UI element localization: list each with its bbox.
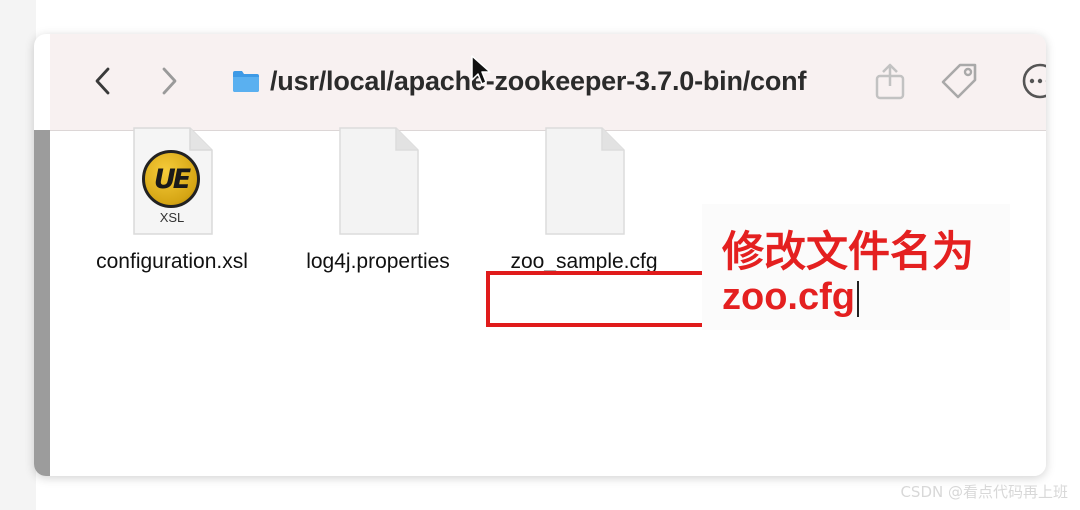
annotation-filename: zoo.cfg [722,276,859,319]
sidebar-edge [34,130,50,476]
back-button[interactable] [88,64,118,98]
more-button[interactable] [1018,60,1046,102]
annotation-text: 修改文件名为 [722,227,975,276]
ue-badge: UE [142,150,200,208]
more-icon [1022,63,1046,99]
toolbar: /usr/local/apache-zookeeper-3.7.0-bin/co… [50,34,1046,131]
file-item-selected[interactable]: zoo_sample.cfg [484,126,684,274]
file-name: log4j.properties [306,250,450,273]
tag-button[interactable] [940,60,980,102]
chevron-right-icon [162,67,177,95]
file-item[interactable]: log4j.properties [278,126,478,274]
tag-icon [941,63,977,99]
share-icon [875,63,905,100]
document-icon [542,126,626,236]
file-type-label: XSL [159,210,185,225]
file-item[interactable]: UE XSL configuration.xsl [72,126,272,274]
share-button[interactable] [870,60,910,102]
file-name: configuration.xsl [96,250,248,273]
mouse-cursor-icon [471,55,491,85]
highlight-box [486,271,710,327]
watermark: CSDN @看点代码再上班 [900,483,1068,501]
chevron-left-icon [95,67,110,95]
folder-icon [233,71,259,92]
forward-button[interactable] [154,64,184,98]
desktop-backdrop [0,0,36,510]
ultraedit-xsl-icon: UE XSL [130,126,214,236]
document-icon [336,126,420,236]
annotation-filename-text: zoo.cfg [722,276,855,318]
text-caret [856,280,859,317]
annotation-callout: 修改文件名为 zoo.cfg [702,204,1010,330]
path-text: /usr/local/apache-zookeeper-3.7.0-bin/co… [270,65,807,96]
path-bar[interactable]: /usr/local/apache-zookeeper-3.7.0-bin/co… [232,62,806,100]
